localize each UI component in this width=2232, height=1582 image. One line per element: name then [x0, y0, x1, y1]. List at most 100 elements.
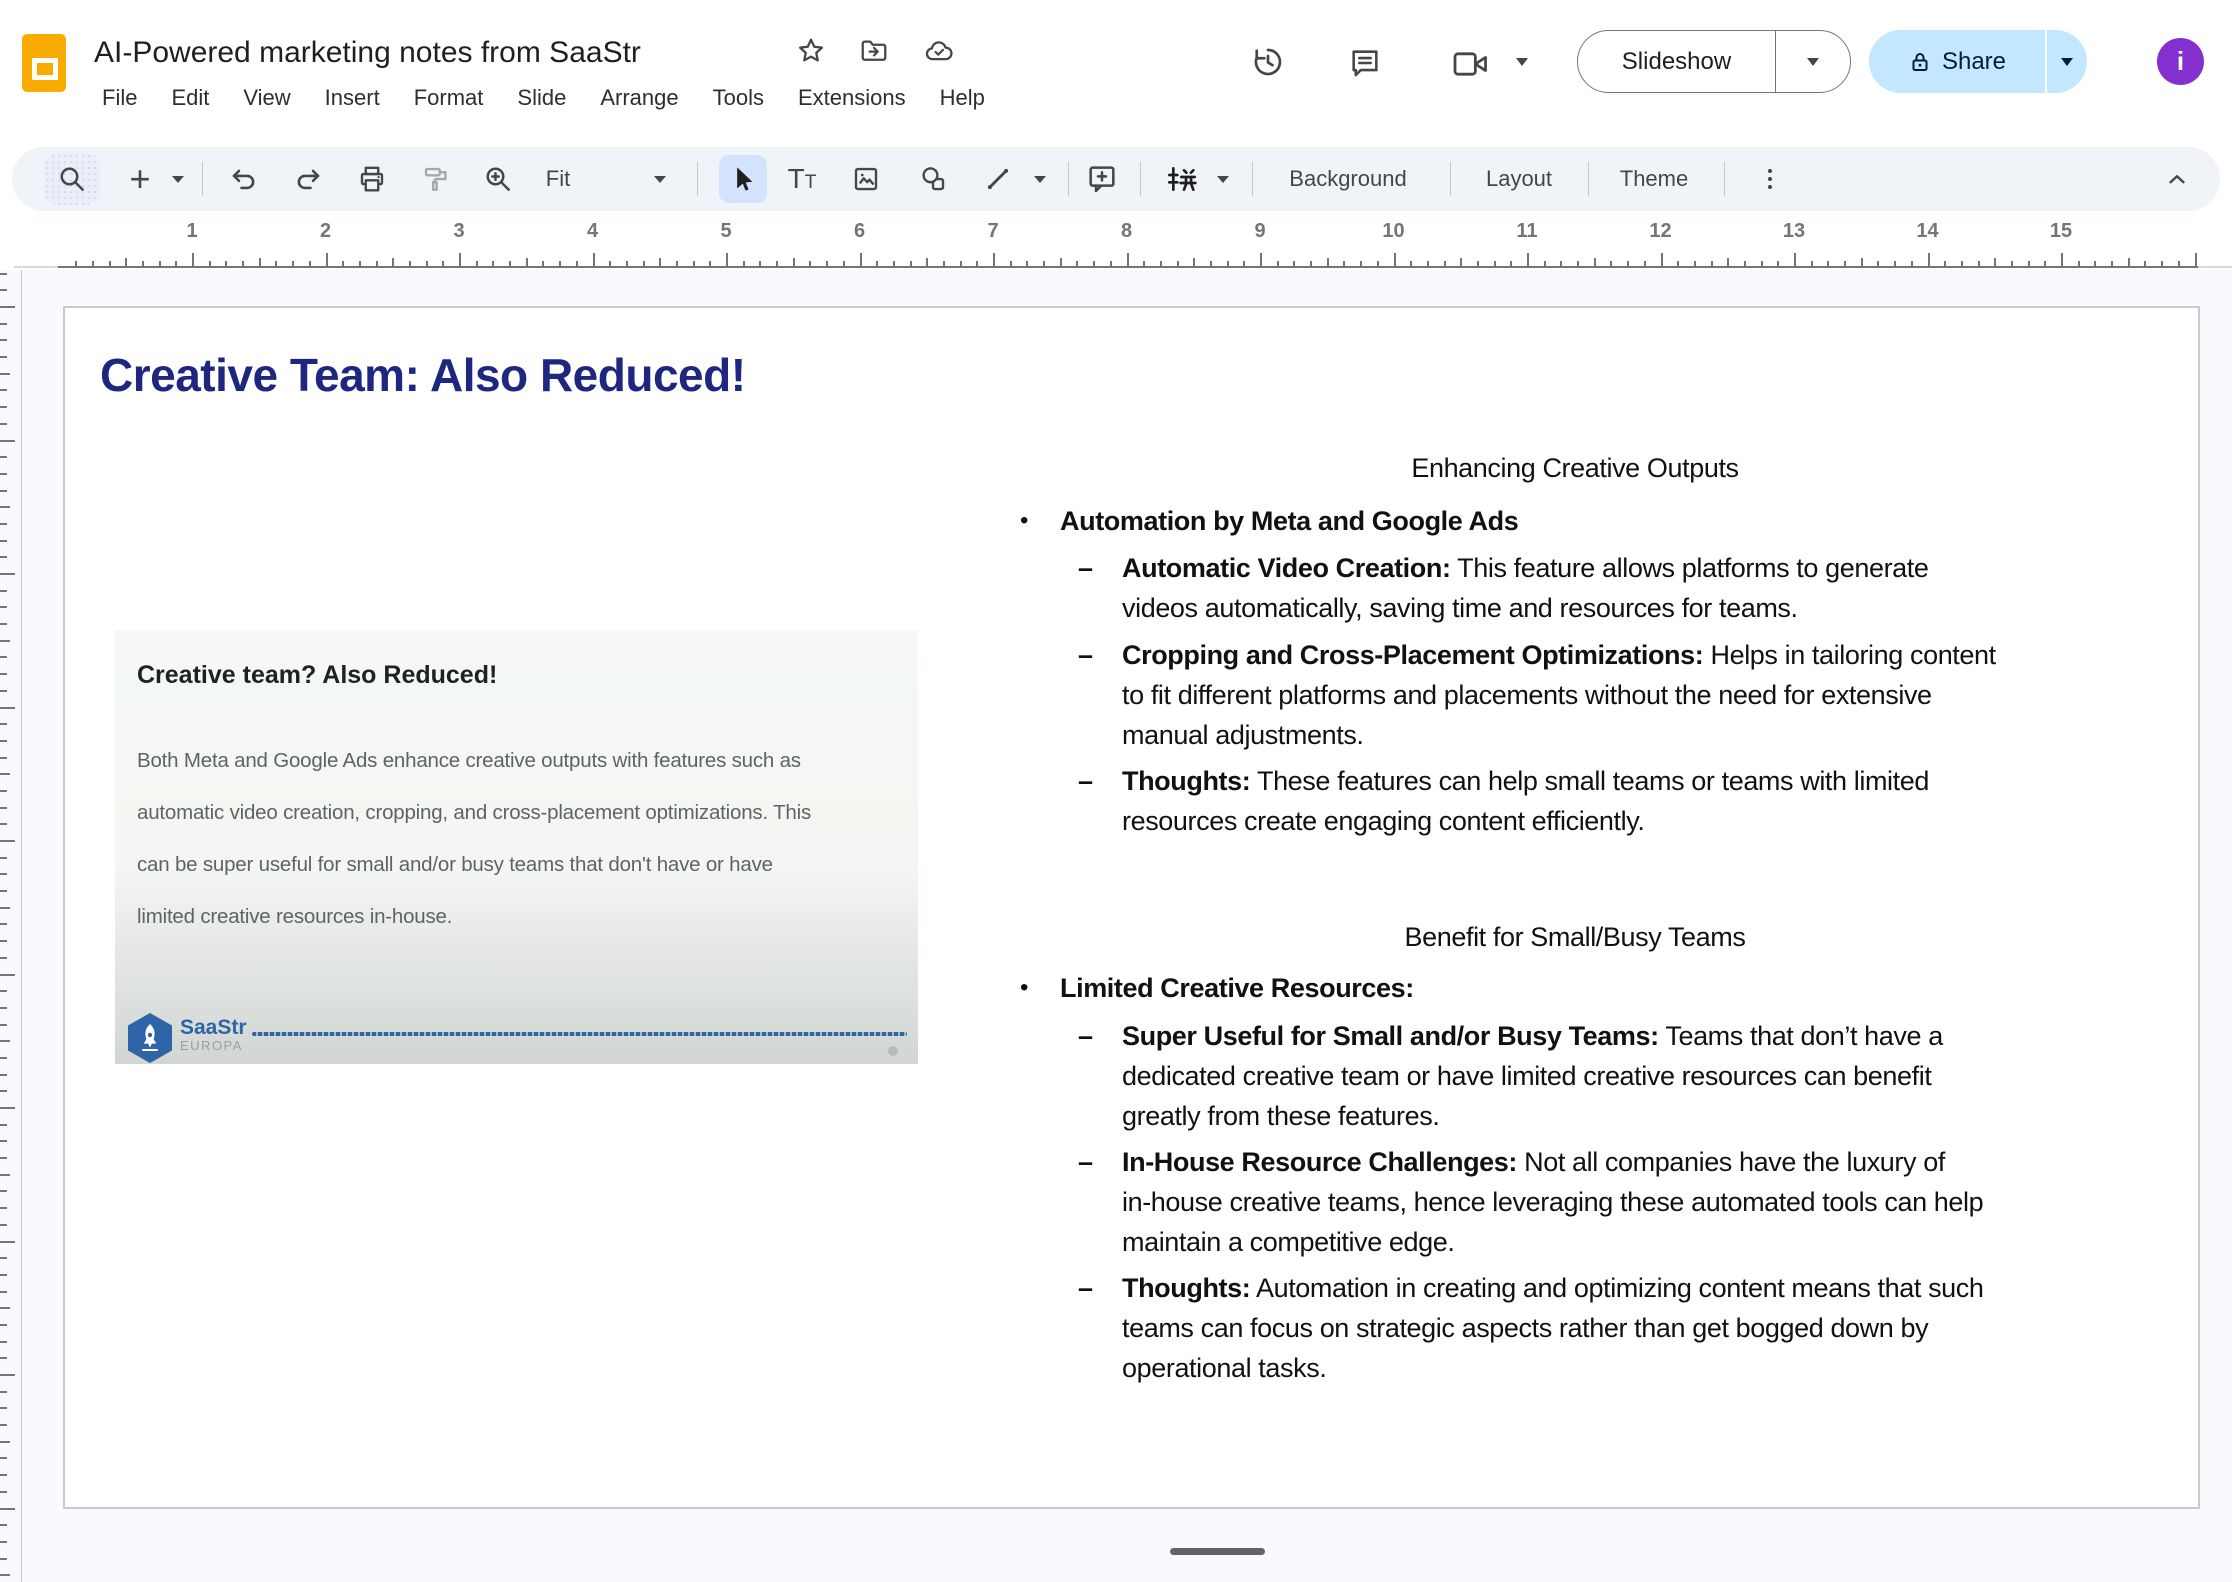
meet-camera-icon[interactable]	[1452, 48, 1490, 80]
bullet-text: Automation by Meta and Google Ads	[1060, 501, 1518, 541]
menu-slide[interactable]: Slide	[503, 82, 580, 114]
bullet-marker: •	[1020, 968, 1060, 1008]
insert-image-button[interactable]	[842, 147, 890, 211]
layout-label: Layout	[1486, 166, 1552, 192]
undo-button[interactable]	[222, 147, 266, 211]
input-tools-icon	[1166, 163, 1198, 195]
sub-bullet-text: Super Useful for Small and/or Busy Teams…	[1122, 1016, 2142, 1136]
dash-marker: –	[1078, 761, 1122, 841]
more-options-button[interactable]	[1748, 147, 1792, 211]
toolbar: + Fit TT	[12, 147, 2220, 211]
screenshot-body-text: Both Meta and Google Ads enhance creativ…	[137, 735, 905, 943]
new-slide-button[interactable]: +	[120, 147, 160, 211]
bullet-item[interactable]: • Limited Creative Resources:	[1020, 968, 2160, 1008]
speaker-notes-drag-handle[interactable]	[1170, 1548, 1265, 1555]
camera-options-caret-icon[interactable]	[1516, 58, 1528, 66]
menu-help[interactable]: Help	[926, 82, 999, 114]
insert-shape-button[interactable]	[909, 147, 957, 211]
theme-label: Theme	[1620, 166, 1688, 192]
section-heading-2[interactable]: Benefit for Small/Busy Teams	[1005, 917, 2145, 957]
document-title[interactable]: AI-Powered marketing notes from SaaStr	[94, 36, 641, 70]
slideshow-button[interactable]: Slideshow	[1578, 31, 1775, 92]
menu-extensions[interactable]: Extensions	[784, 82, 920, 114]
menu-format[interactable]: Format	[400, 82, 498, 114]
menu-arrange[interactable]: Arrange	[586, 82, 692, 114]
screenshot-heading: Creative team? Also Reduced!	[137, 661, 497, 690]
vertical-ruler[interactable]	[0, 0, 22, 1582]
select-cursor-icon	[729, 165, 757, 193]
line-caret-icon[interactable]	[1034, 176, 1046, 183]
move-folder-icon[interactable]	[858, 36, 890, 66]
plus-icon: +	[129, 158, 150, 200]
comments-icon[interactable]	[1348, 46, 1382, 80]
slideshow-options-button[interactable]	[1775, 31, 1850, 92]
collapse-toolbar-button[interactable]	[2152, 147, 2202, 211]
avatar-initial: i	[2177, 46, 2184, 77]
search-menus-button[interactable]	[44, 153, 100, 205]
sub-bullet-text: Thoughts: These features can help small …	[1122, 761, 2142, 841]
redo-button[interactable]	[286, 147, 330, 211]
more-icon	[1768, 169, 1772, 189]
account-avatar[interactable]: i	[2157, 38, 2204, 85]
slideshow-button-group: Slideshow	[1577, 30, 1851, 93]
menu-edit[interactable]: Edit	[157, 82, 223, 114]
menubar: File Edit View Insert Format Slide Arran…	[88, 82, 999, 114]
dash-marker: –	[1078, 1016, 1122, 1136]
wavy-divider	[252, 1032, 907, 1036]
share-button-group: Share	[1869, 30, 2087, 93]
dash-marker: –	[1078, 1268, 1122, 1388]
cloud-saved-icon[interactable]	[922, 36, 956, 66]
horizontal-ruler[interactable]: 123456789101112131415	[0, 232, 2232, 268]
bullet-text: Limited Creative Resources:	[1060, 968, 1414, 1008]
share-options-button[interactable]	[2045, 30, 2087, 93]
chevron-up-icon	[2164, 166, 2190, 192]
paint-format-button[interactable]	[414, 147, 458, 211]
dash-marker: –	[1078, 548, 1122, 628]
slides-logo[interactable]	[22, 34, 66, 92]
chevron-down-icon	[1807, 58, 1819, 66]
embedded-screenshot-image[interactable]: Creative team? Also Reduced! Both Meta a…	[115, 630, 918, 1064]
share-button[interactable]: Share	[1869, 30, 2045, 93]
saastr-logo-subtext: EUROPA	[180, 1038, 243, 1053]
share-label: Share	[1942, 48, 2006, 76]
menu-tools[interactable]: Tools	[699, 82, 778, 114]
dash-marker: –	[1078, 1142, 1122, 1262]
bullet-item[interactable]: • Automation by Meta and Google Ads	[1020, 501, 2160, 541]
star-icon[interactable]	[796, 36, 826, 66]
slide-title[interactable]: Creative Team: Also Reduced!	[100, 348, 746, 402]
sub-bullet-item[interactable]: – Super Useful for Small and/or Busy Tea…	[1078, 1016, 2148, 1136]
zoom-select[interactable]: Fit	[534, 147, 582, 211]
select-tool-button[interactable]	[719, 155, 767, 203]
text-box-button[interactable]: TT	[778, 147, 826, 211]
dash-marker: –	[1078, 635, 1122, 755]
sub-bullet-item[interactable]: – Cropping and Cross-Placement Optimizat…	[1078, 635, 2148, 755]
new-slide-caret-icon[interactable]	[172, 176, 184, 183]
ruler-border	[21, 270, 22, 1582]
sub-bullet-item[interactable]: – In-House Resource Challenges: Not all …	[1078, 1142, 2148, 1262]
theme-button[interactable]: Theme	[1602, 147, 1706, 211]
zoom-caret-icon[interactable]	[654, 176, 666, 183]
section-heading-1[interactable]: Enhancing Creative Outputs	[1005, 448, 2145, 488]
menu-file[interactable]: File	[88, 82, 151, 114]
sub-bullet-text: Thoughts: Automation in creating and opt…	[1122, 1268, 2142, 1388]
sub-bullet-item[interactable]: – Automatic Video Creation: This feature…	[1078, 548, 2148, 628]
sub-bullet-item[interactable]: – Thoughts: These features can help smal…	[1078, 761, 2148, 841]
sub-bullet-item[interactable]: – Thoughts: Automation in creating and o…	[1078, 1268, 2148, 1388]
page-indicator-dot	[888, 1046, 898, 1056]
version-history-icon[interactable]	[1250, 44, 1286, 80]
menu-view[interactable]: View	[229, 82, 304, 114]
print-button[interactable]	[350, 147, 394, 211]
lock-icon	[1908, 49, 1932, 75]
menu-insert[interactable]: Insert	[311, 82, 394, 114]
bullet-marker: •	[1020, 501, 1060, 541]
zoom-in-button[interactable]	[476, 147, 520, 211]
background-button[interactable]: Background	[1264, 147, 1432, 211]
insert-line-button[interactable]	[974, 147, 1022, 211]
sub-bullet-text: Automatic Video Creation: This feature a…	[1122, 548, 2142, 628]
insert-comment-button[interactable]	[1078, 147, 1126, 211]
input-tools-caret-icon[interactable]	[1217, 176, 1229, 183]
text-box-icon: TT	[788, 163, 817, 195]
input-tools-button[interactable]	[1158, 147, 1206, 211]
slides-logo-glyph	[32, 58, 58, 80]
layout-button[interactable]: Layout	[1464, 147, 1574, 211]
